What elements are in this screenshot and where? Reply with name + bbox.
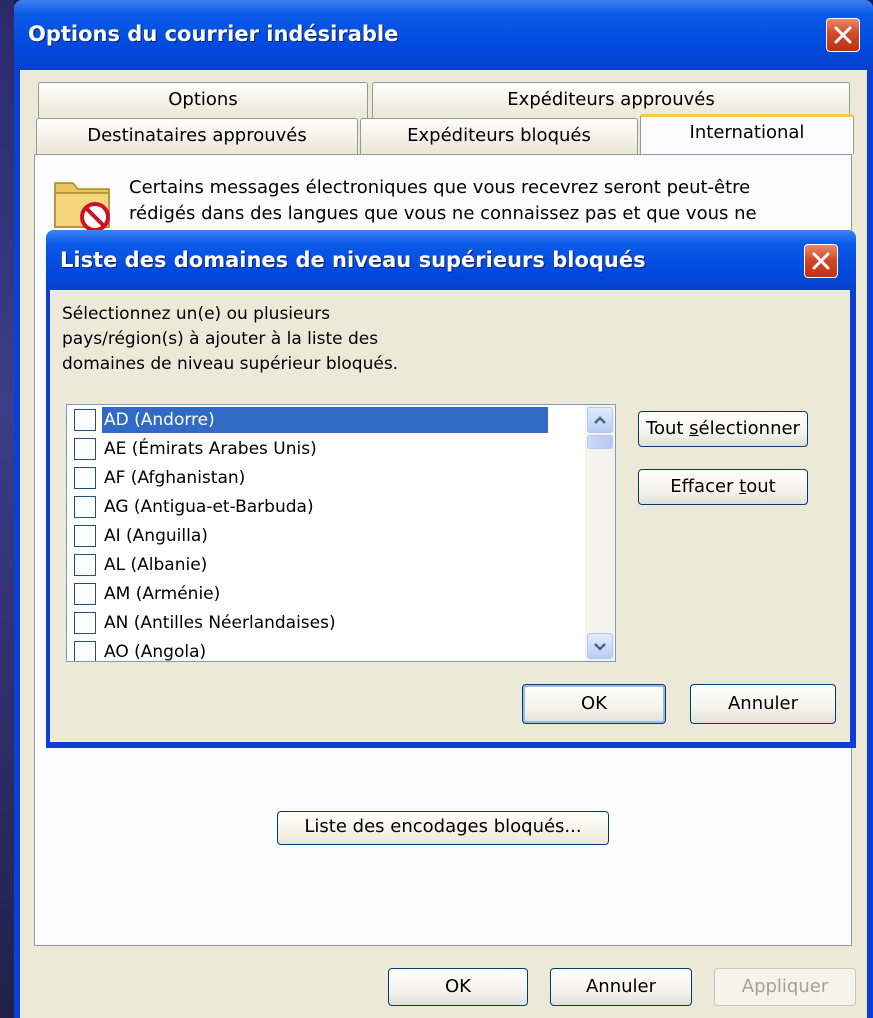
select-all-label-part: Tout (646, 418, 690, 439)
list-item-label: AO (Angola) (104, 642, 207, 662)
list-item[interactable]: AN (Antilles Néerlandaises) (67, 608, 587, 638)
list-item-label: AL (Albanie) (104, 555, 208, 575)
close-icon (812, 252, 830, 270)
list-item-label: AG (Antigua-et-Barbuda) (104, 497, 314, 517)
checkbox[interactable] (74, 554, 96, 576)
list-item-label: AN (Antilles Néerlandaises) (104, 613, 336, 633)
select-all-button[interactable]: Tout sélectionner (638, 411, 808, 447)
scroll-thumb[interactable] (587, 435, 613, 449)
country-checklist[interactable]: AD (Andorre) AE (Émirats Arabes Unis) AF… (66, 404, 616, 662)
arrow-down-icon (594, 643, 606, 651)
intro-line: Certains messages électroniques que vous… (129, 177, 751, 198)
instruction-line: pays/région(s) à ajouter à la liste des (62, 329, 379, 349)
tab-blocked-senders[interactable]: Expéditeurs bloqués (360, 118, 638, 154)
list-item-label: AD (Andorre) (101, 406, 549, 434)
tab-options[interactable]: Options (38, 82, 368, 118)
clear-all-button[interactable]: Effacer tout (638, 469, 808, 505)
list-item-label: AM (Arménie) (104, 584, 221, 604)
list-item[interactable]: AM (Arménie) (67, 579, 587, 609)
select-all-access-key: s (689, 418, 699, 439)
dialog-close-button[interactable] (804, 244, 838, 278)
dialog-cancel-button[interactable]: Annuler (690, 684, 836, 724)
checkbox[interactable] (74, 525, 96, 547)
outer-cancel-button[interactable]: Annuler (550, 968, 692, 1006)
desktop-background (0, 0, 14, 1018)
list-item[interactable]: AF (Afghanistan) (67, 463, 587, 493)
tab-approved-recipients[interactable]: Destinataires approuvés (36, 118, 358, 154)
tab-international[interactable]: International (640, 114, 854, 154)
list-item[interactable]: AG (Antigua-et-Barbuda) (67, 492, 587, 522)
dialog-instructions: Sélectionnez un(e) ou plusieurs pays/rég… (62, 302, 398, 377)
window-title-bar[interactable]: Options du courrier indésirable (14, 0, 873, 72)
checkbox[interactable] (74, 467, 96, 489)
checkbox[interactable] (74, 641, 96, 661)
checkbox[interactable] (74, 612, 96, 634)
intro-text: Certains messages électroniques que vous… (129, 175, 829, 227)
clear-all-label-part: Effacer (670, 476, 740, 497)
apply-button[interactable]: Appliquer (714, 968, 856, 1006)
dialog-client-area: Sélectionnez un(e) ou plusieurs pays/rég… (50, 290, 850, 742)
checkbox[interactable] (74, 438, 96, 460)
blocked-tld-dialog: Liste des domaines de niveau supérieurs … (46, 230, 856, 748)
instruction-line: domaines de niveau supérieur bloqués. (62, 354, 399, 374)
folder-blocked-icon (54, 182, 110, 232)
intro-line: rédigés dans des langues que vous ne con… (129, 203, 757, 224)
scroll-down-button[interactable] (587, 633, 613, 659)
vertical-scrollbar[interactable] (585, 405, 615, 661)
scroll-up-button[interactable] (587, 407, 613, 433)
dialog-ok-button[interactable]: OK (522, 684, 666, 724)
outer-ok-button[interactable]: OK (388, 968, 528, 1006)
list-item-label: AI (Anguilla) (104, 526, 208, 546)
checkbox[interactable] (74, 496, 96, 518)
window-title: Options du courrier indésirable (28, 22, 399, 46)
blocked-encodings-button[interactable]: Liste des encodages bloqués... (277, 811, 609, 845)
instruction-line: Sélectionnez un(e) ou plusieurs (62, 304, 331, 324)
close-icon (834, 26, 852, 44)
list-item[interactable]: AL (Albanie) (67, 550, 587, 580)
clear-all-label-part: out (746, 476, 776, 497)
select-all-label-part: électionner (698, 418, 800, 439)
dialog-title-bar[interactable]: Liste des domaines de niveau supérieurs … (46, 230, 856, 292)
window-close-button[interactable] (826, 18, 860, 52)
dialog-title: Liste des domaines de niveau supérieurs … (60, 248, 646, 272)
list-item[interactable]: AI (Anguilla) (67, 521, 587, 551)
checkbox[interactable] (74, 583, 96, 605)
list-item[interactable]: AE (Émirats Arabes Unis) (67, 434, 587, 464)
list-item-label: AE (Émirats Arabes Unis) (104, 439, 317, 459)
list-item-label: AF (Afghanistan) (104, 468, 246, 488)
checkbox[interactable] (74, 409, 96, 431)
list-item[interactable]: AO (Angola) (67, 637, 587, 662)
arrow-up-icon (594, 416, 606, 424)
tab-approved-senders[interactable]: Expéditeurs approuvés (372, 82, 850, 118)
blocked-encodings-label: Liste des encodages bloqués... (304, 816, 582, 837)
list-item[interactable]: AD (Andorre) (67, 405, 587, 435)
